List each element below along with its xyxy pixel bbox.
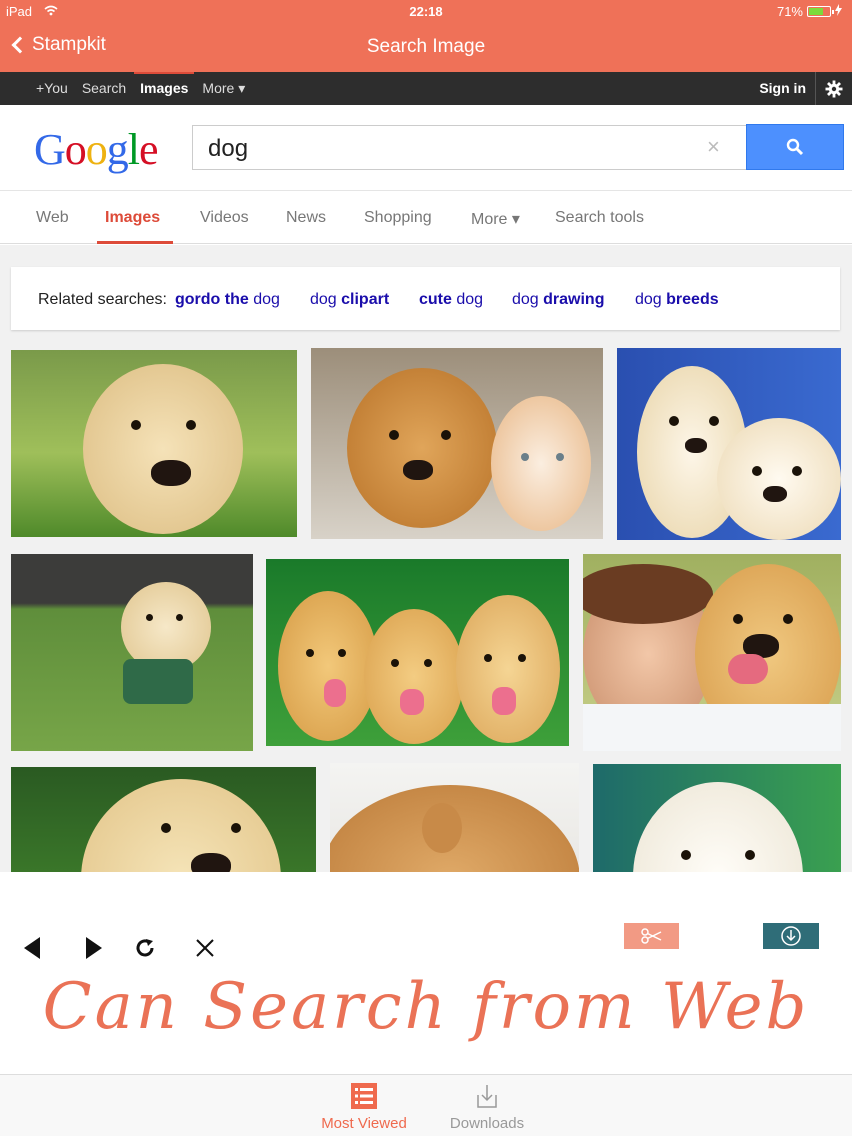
promo-tagline: Can Search from Web — [42, 970, 810, 1044]
related-label: Related searches: — [38, 291, 167, 308]
image-thumbnail[interactable] — [617, 348, 841, 540]
image-thumbnail[interactable] — [593, 764, 841, 872]
tab-downloads[interactable]: Downloads — [427, 1083, 547, 1132]
cut-button[interactable] — [624, 923, 679, 949]
related-link[interactable]: dog clipart — [310, 291, 389, 309]
tab-most-viewed-label: Most Viewed — [321, 1115, 407, 1132]
gbar-item-search[interactable]: Search — [82, 80, 126, 97]
status-bar: iPad 22:18 71% — [0, 0, 852, 22]
status-time: 22:18 — [409, 4, 443, 19]
logo-letter: g — [106, 125, 129, 174]
gear-icon[interactable] — [815, 72, 852, 105]
logo-letter: l — [127, 125, 140, 174]
image-thumbnail[interactable] — [11, 350, 297, 537]
tab-web[interactable]: Web — [36, 209, 69, 227]
related-link[interactable]: gordo the dog — [175, 291, 280, 309]
tab-shopping[interactable]: Shopping — [364, 209, 432, 227]
image-thumbnail[interactable] — [11, 554, 253, 751]
search-icon — [786, 138, 804, 156]
google-bar: +You Search Images More ▾ Sign in — [0, 72, 852, 105]
gbar-item-more[interactable]: More ▾ — [202, 80, 245, 97]
tab-videos[interactable]: Videos — [200, 209, 249, 227]
tab-news[interactable]: News — [286, 209, 326, 227]
gbar-item-you[interactable]: +You — [36, 80, 68, 97]
logo-letter: G — [34, 125, 66, 174]
download-button[interactable] — [763, 923, 819, 949]
active-tab-indicator — [97, 241, 173, 244]
google-logo[interactable]: Google — [34, 124, 159, 175]
related-searches: Related searches: gordo the dog dog clip… — [11, 267, 840, 330]
image-results: Related searches: gordo the dog dog clip… — [0, 245, 852, 872]
clear-search-icon[interactable]: × — [707, 134, 720, 160]
back-arrow-icon[interactable] — [16, 932, 48, 964]
search-tabs: Web Images Videos News Shopping More ▾ S… — [0, 190, 852, 244]
search-input[interactable]: dog — [192, 125, 747, 170]
close-icon[interactable] — [189, 932, 221, 964]
tab-more[interactable]: More ▾ — [471, 209, 520, 229]
image-thumbnail[interactable] — [583, 554, 841, 751]
tab-downloads-label: Downloads — [449, 1115, 525, 1132]
gbar-item-images[interactable]: Images — [134, 72, 195, 97]
related-link[interactable]: dog breeds — [635, 291, 719, 309]
search-button[interactable] — [746, 124, 844, 170]
browser-controls: Can Search from Web — [0, 872, 852, 1074]
app-header: iPad 22:18 71% Stampkit Search Image — [0, 0, 852, 72]
image-thumbnail[interactable] — [330, 763, 579, 872]
page-title: Search Image — [366, 36, 486, 57]
related-link[interactable]: dog drawing — [512, 291, 604, 309]
charging-icon — [835, 4, 842, 19]
image-thumbnail[interactable] — [11, 767, 316, 872]
download-icon — [781, 926, 801, 946]
bottom-tab-bar: Most Viewed Downloads — [0, 1074, 852, 1136]
battery-percent: 71% — [776, 4, 803, 19]
battery-icon — [807, 6, 834, 17]
sign-in-link[interactable]: Sign in — [759, 80, 806, 96]
related-link[interactable]: cute dog — [419, 291, 483, 309]
reload-icon[interactable] — [129, 932, 161, 964]
scissors-icon — [640, 928, 661, 944]
download-tray-icon — [474, 1083, 500, 1109]
tab-images[interactable]: Images — [105, 209, 160, 227]
image-thumbnail[interactable] — [311, 348, 603, 539]
tab-most-viewed[interactable]: Most Viewed — [304, 1083, 424, 1132]
logo-letter: e — [139, 125, 159, 174]
image-thumbnail[interactable] — [266, 559, 569, 746]
logo-letter: o — [64, 125, 87, 174]
logo-letter: o — [85, 125, 108, 174]
forward-arrow-icon[interactable] — [78, 932, 110, 964]
list-icon — [351, 1083, 377, 1109]
tab-search-tools[interactable]: Search tools — [555, 209, 644, 227]
